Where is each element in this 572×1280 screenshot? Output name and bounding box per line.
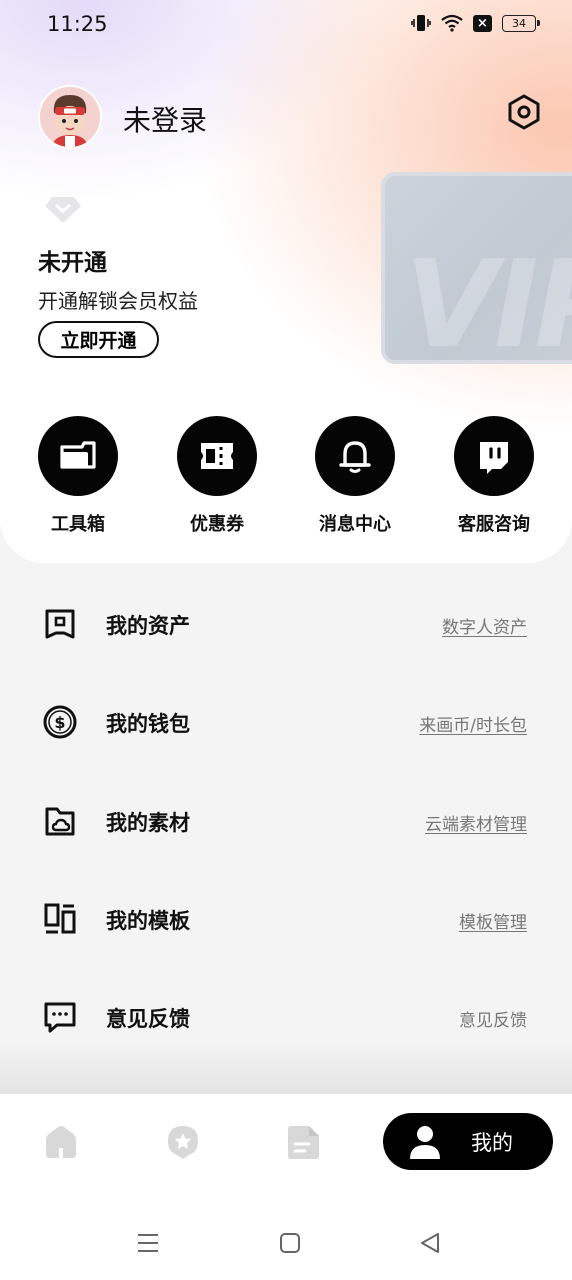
- quick-action-label: 工具箱: [51, 514, 105, 535]
- quick-action-messages[interactable]: 消息中心: [295, 416, 415, 536]
- avatar[interactable]: [38, 85, 102, 149]
- status-time: 11:25: [47, 12, 108, 36]
- bell-icon: [339, 441, 371, 473]
- quick-action-toolbox[interactable]: 工具箱: [18, 416, 138, 536]
- menu-item-assets[interactable]: 我的资产 数字人资产: [0, 594, 572, 654]
- status-icons: × 34: [411, 14, 540, 32]
- chat-icon: [480, 442, 508, 474]
- quick-action-label: 优惠券: [190, 514, 244, 535]
- menu-link[interactable]: 云端素材管理: [425, 810, 527, 835]
- quick-action-label: 客服咨询: [458, 514, 530, 535]
- profile-header-card: 11:25 × 34 未登录 未开通 开通解锁会员权益 立即开通 VI 工具箱 …: [0, 0, 572, 563]
- menu-item-templates[interactable]: 我的模板 模板管理: [0, 889, 572, 949]
- template-icon: [44, 903, 76, 934]
- recent-apps-icon[interactable]: [137, 1232, 159, 1254]
- open-vip-button[interactable]: 立即开通: [38, 321, 159, 358]
- vip-card-image[interactable]: VIP: [381, 172, 572, 364]
- vibrate-icon: [411, 15, 431, 31]
- avatar-image: [40, 87, 100, 147]
- menu-link[interactable]: 来画币/时长包: [419, 711, 527, 736]
- menu-link[interactable]: 模板管理: [459, 908, 527, 933]
- menu-link[interactable]: 数字人资产: [442, 613, 527, 638]
- quick-action-coupon[interactable]: 优惠券: [157, 416, 277, 536]
- back-icon[interactable]: [419, 1232, 441, 1254]
- status-bar: 11:25 × 34: [0, 0, 572, 52]
- sim-off-icon: ×: [473, 14, 492, 32]
- nav-tab-me[interactable]: 我的: [383, 1113, 553, 1170]
- svg-text:$: $: [54, 713, 65, 732]
- vip-description: 开通解锁会员权益: [38, 289, 198, 313]
- document-icon[interactable]: [287, 1124, 321, 1160]
- battery-indicator: 34: [502, 14, 540, 32]
- nav-tab-label: 我的: [471, 1131, 513, 1155]
- menu-title: 我的资产: [106, 614, 190, 638]
- vip-card-mark: VIP: [405, 236, 572, 364]
- menu-title: 意见反馈: [106, 1007, 190, 1031]
- bottom-shadow: [0, 1040, 572, 1096]
- person-icon: [410, 1126, 440, 1159]
- folder-cloud-icon: [45, 807, 75, 836]
- menu-item-materials[interactable]: 我的素材 云端素材管理: [0, 791, 572, 851]
- menu-title: 我的模板: [106, 909, 190, 933]
- diamond-icon: [45, 197, 81, 223]
- home-button-icon[interactable]: [279, 1232, 301, 1254]
- username[interactable]: 未登录: [123, 99, 207, 139]
- menu-item-wallet[interactable]: $ 我的钱包 来画币/时长包: [0, 692, 572, 752]
- menu-item-feedback[interactable]: 意见反馈 意见反馈: [0, 987, 572, 1047]
- wallet-icon: $: [43, 705, 77, 739]
- settings-icon[interactable]: [505, 93, 543, 131]
- feedback-icon: [44, 1002, 76, 1033]
- menu-link[interactable]: 意见反馈: [459, 1006, 527, 1031]
- discover-icon[interactable]: [166, 1124, 200, 1160]
- quick-action-label: 消息中心: [319, 514, 391, 535]
- wifi-icon: [441, 14, 463, 32]
- home-icon[interactable]: [44, 1124, 78, 1160]
- asset-icon: [45, 609, 75, 639]
- vip-status: 未开通: [38, 250, 107, 276]
- toolbox-icon: [60, 441, 96, 469]
- menu-title: 我的素材: [106, 811, 190, 835]
- coupon-icon: [201, 443, 233, 469]
- menu-title: 我的钱包: [106, 712, 190, 736]
- quick-action-customer-service[interactable]: 客服咨询: [434, 416, 554, 536]
